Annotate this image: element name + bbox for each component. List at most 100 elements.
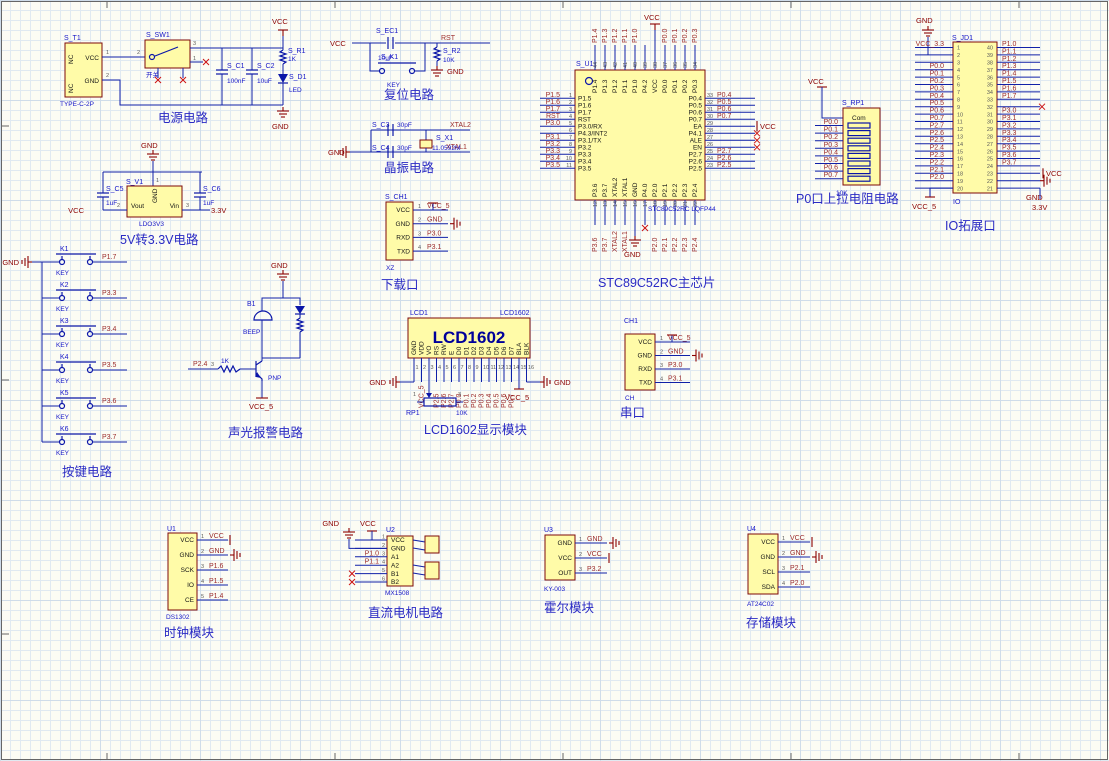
net-label: P1.0 <box>1002 41 1017 48</box>
pin-number: 21 <box>987 186 993 192</box>
designator: K1 <box>60 246 69 253</box>
net-label: P2.6 <box>717 155 732 162</box>
block-download-port: S_CH1 VCC 1 VCC_5 GND 2 GND RXD 3 P3.0 T… <box>381 194 460 292</box>
pin-number: 17 <box>957 164 963 170</box>
pin-name: E <box>449 350 456 355</box>
block-eeprom: U4 VCC 1 VCC GND 2 GND SCL 3 P2.1 SDA 4 <box>746 526 822 630</box>
pin-number: 1 <box>156 178 159 184</box>
pin-name: D4 <box>486 346 493 355</box>
block-title: 时钟模块 <box>164 625 215 640</box>
pin-name: D7 <box>509 346 516 355</box>
pin-number: 2 <box>382 543 385 549</box>
designator: U3 <box>544 527 553 534</box>
pin-number: 22 <box>987 179 993 185</box>
part-name: AT24C02 <box>747 601 774 608</box>
pin-number: 14 <box>613 201 619 207</box>
key-switch[interactable]: K6 P3.7 KEY <box>42 426 127 457</box>
pin-name: P1.4 <box>592 79 599 93</box>
key-switch[interactable]: K3 P3.4 KEY <box>42 318 127 349</box>
pin-number: 6 <box>957 83 960 89</box>
pin-number: 36 <box>673 62 679 68</box>
net-label: P0.3 <box>930 85 945 92</box>
pin-number: 44 <box>593 62 599 68</box>
power-label: VCC_5 <box>912 202 936 211</box>
designator: K2 <box>60 282 69 289</box>
pin-number: 2 <box>423 365 426 371</box>
key-label: KEY <box>56 306 70 313</box>
pin-number: 15 <box>521 365 527 371</box>
pin-number: 1 <box>106 50 109 56</box>
net-label: P3.4 <box>546 155 561 162</box>
pin-number: 2 <box>660 350 663 356</box>
net-label: P0.1 <box>824 127 839 134</box>
net-label: P0.6 <box>824 165 839 172</box>
pin-column: P0.3 34 P0.3 <box>692 28 699 93</box>
net-label: P2.5 <box>717 162 732 169</box>
pin-name: D6 <box>501 346 508 355</box>
pin-name: GND <box>152 188 159 203</box>
pin-number: 11 <box>491 365 497 371</box>
net-label: P0.4 <box>717 92 732 99</box>
net-label: P0.4 <box>486 393 493 408</box>
pin-name: A1 <box>391 554 399 561</box>
designator: S_D1 <box>289 74 307 81</box>
net-label: P3.1 <box>427 244 442 251</box>
net-label: P0.7 <box>824 172 839 179</box>
pin-number: 14 <box>513 365 519 371</box>
pin-column: GND 1 <box>411 340 419 382</box>
pin-number: 1 <box>782 536 785 542</box>
motor-terminal[interactable] <box>425 536 439 553</box>
pin-number: 40 <box>633 62 639 68</box>
net-label: P2.0 <box>652 237 659 252</box>
pin-name: VCC <box>391 537 405 544</box>
power-label: 3.3V <box>1032 203 1047 212</box>
pin-number: 12 <box>593 201 599 207</box>
net-label: P1.3 <box>1002 63 1017 70</box>
transistor-label: PNP <box>268 375 281 382</box>
key-switch[interactable]: K5 P3.6 KEY <box>42 390 127 421</box>
pin-name: P3.4 <box>578 159 592 166</box>
part-name: KY-003 <box>544 586 565 593</box>
net-label: P2.3 <box>930 152 945 159</box>
pin-number: 37 <box>663 62 669 68</box>
net-label: P1.4 <box>209 593 224 600</box>
pin-column: D2 9 P0.2 <box>471 346 479 408</box>
power-label: GND <box>322 519 339 528</box>
pin-number: 10 <box>957 112 963 118</box>
power-label: VCC <box>644 13 660 22</box>
pin-column: P1.1 41 P1.1 <box>622 28 629 93</box>
pin-column: D0 7 P0.0 <box>456 346 464 408</box>
pin-number: 2 <box>418 218 421 224</box>
pin-number: 8 <box>569 142 572 148</box>
power-label: GND <box>2 258 19 267</box>
pin-name: VCC <box>638 339 652 346</box>
net-label: P0.7 <box>717 113 732 120</box>
crystal-body[interactable] <box>420 140 432 148</box>
power-label: 3.3V <box>211 206 226 215</box>
net-label: P2.1 <box>930 167 945 174</box>
key-switch[interactable]: K2 P3.3 KEY <box>42 282 127 313</box>
pin-number: 3 <box>382 551 385 557</box>
power-label: VCC <box>330 39 346 48</box>
net-label: P3.1 <box>1002 115 1017 122</box>
power-label: GND <box>554 378 571 387</box>
power-label: GND <box>141 141 158 150</box>
key-switch[interactable]: K4 P3.5 KEY <box>42 354 127 385</box>
motor-terminal[interactable] <box>425 562 439 579</box>
block-title: 电源电路 <box>158 110 209 125</box>
pin-name: NC <box>68 54 75 64</box>
net-label: XTAL2 <box>612 231 619 252</box>
pin-name: P0.7 <box>689 117 703 124</box>
pin-number: 16 <box>528 365 534 371</box>
block-hall: U3 GND 1 GND VCC 2 VCC OUT 3 P3.2 KY-003… <box>544 527 619 615</box>
block-reset: VCC S_EC1 10uF RST S_R2 10K GND S_K1 KEY… <box>330 28 490 102</box>
key-switch[interactable]: K1 P1.7 KEY <box>42 246 127 277</box>
pin-name: GND <box>85 78 100 85</box>
pin-name: VDD <box>419 341 426 355</box>
pin-column: 38 VCC <box>652 45 659 93</box>
pin-column: P2.3 21 P2.3 <box>682 183 689 252</box>
pin-name: Com <box>852 115 866 122</box>
net-label: P0.2 <box>824 134 839 141</box>
net-label: P0.0 <box>824 119 839 126</box>
pin-number: 2 <box>782 551 785 557</box>
